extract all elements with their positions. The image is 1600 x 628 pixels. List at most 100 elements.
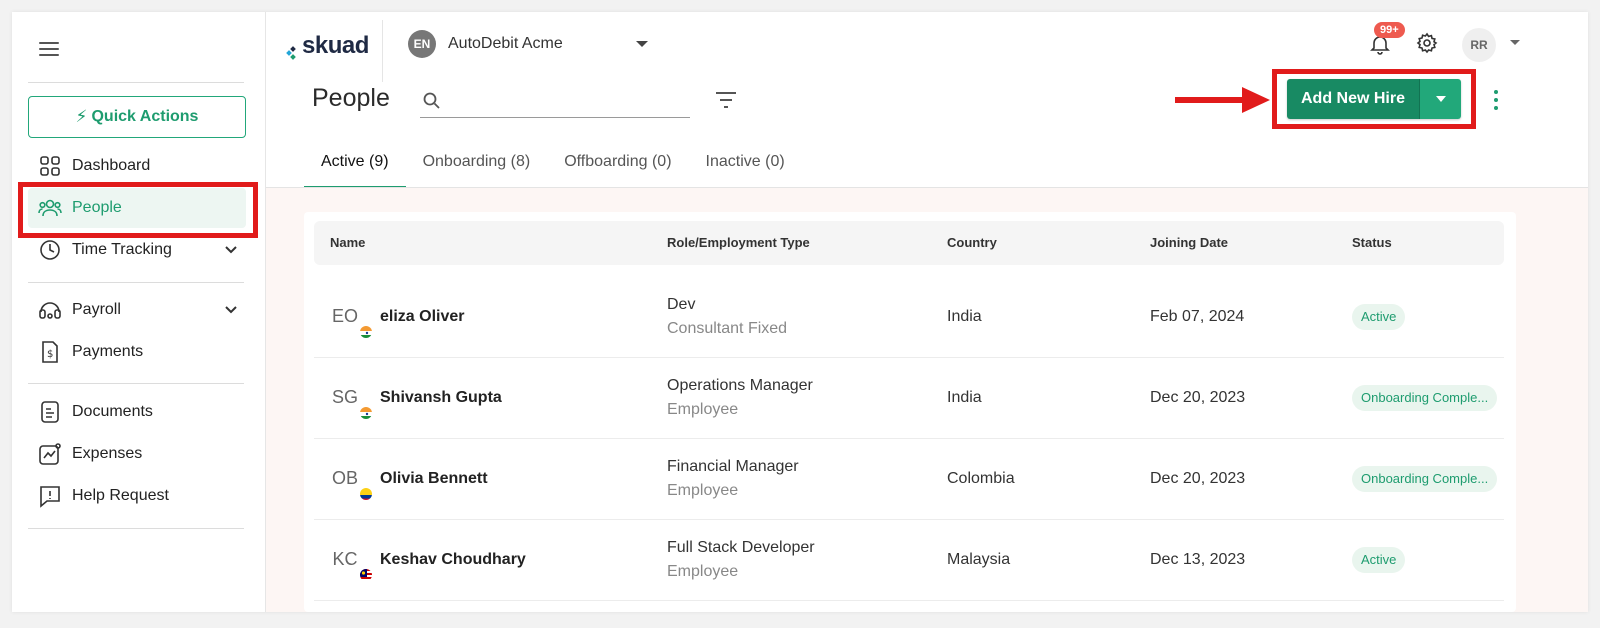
add-new-hire-button[interactable]: Add New Hire [1287,79,1461,119]
sidebar-divider [28,383,244,384]
table-header: Name Role/Employment Type Country Joinin… [314,221,1504,265]
employee-name[interactable]: eliza Oliver [380,308,465,326]
document-icon [38,400,62,424]
colombia-flag-icon [359,487,373,501]
search-field[interactable] [420,84,690,118]
table-row[interactable]: SG Shivansh Gupta Operations Manager Emp… [314,358,1504,439]
filter-icon[interactable] [714,90,738,110]
payment-icon: $ [38,340,62,364]
gear-icon[interactable] [1416,32,1438,54]
joining-date: Feb 07, 2024 [1150,308,1245,325]
quick-actions-button[interactable]: ⚡ Quick Actions [28,96,246,138]
employment-type: Consultant Fixed [667,320,788,337]
chevron-down-icon[interactable] [224,242,238,260]
employment-type: Employee [667,482,739,499]
status-badge: Onboarding Comple... [1352,466,1498,492]
caret-down-icon [636,41,648,47]
column-header-country[interactable]: Country [947,235,997,250]
tab-inactive[interactable]: Inactive (0) [689,140,802,188]
employee-country: India [947,308,982,325]
people-table: Name Role/Employment Type Country Joinin… [304,212,1516,612]
employee-initials: EO [331,306,358,326]
grid-icon [38,154,62,178]
sidebar-item-label: Time Tracking [72,241,172,258]
status-badge: Active [1352,547,1406,573]
table-row[interactable]: OB Olivia Bennett Financial Manager Empl… [314,439,1504,520]
joining-date: Dec 20, 2023 [1150,389,1246,406]
sidebar-item-label: Help Request [72,487,169,504]
chevron-down-icon[interactable] [224,302,238,320]
clock-icon [38,238,62,262]
sidebar-item-documents[interactable]: Documents [28,392,246,432]
status-badge: Active [1352,304,1406,330]
sidebar-divider [28,82,244,83]
employee-country: Colombia [947,470,1015,487]
sidebar-item-label: Payments [72,343,144,360]
employee-role: Operations Manager [667,377,813,394]
add-hire-dropdown-toggle[interactable] [1419,79,1461,119]
svg-text:$: $ [47,349,53,360]
employee-country: India [947,389,982,406]
user-avatar[interactable]: RR [1462,28,1496,62]
joining-date: Dec 13, 2023 [1150,551,1246,568]
sidebar-divider [28,282,244,283]
employee-role: Financial Manager [667,458,799,475]
sidebar-item-payroll[interactable]: Payroll [28,290,246,330]
employee-role: Full Stack Developer [667,539,815,556]
annotation-highlight-people [18,182,258,238]
payroll-icon [38,298,62,322]
search-input[interactable] [450,92,680,109]
status-badge: Onboarding Comple... [1352,385,1498,411]
caret-down-icon[interactable] [1510,40,1520,45]
employee-name[interactable]: Shivansh Gupta [380,389,502,407]
employee-initials: KC [332,549,358,569]
sidebar-item-expenses[interactable]: Expenses [28,434,246,474]
india-flag-icon [359,406,373,420]
sidebar-item-label: Dashboard [72,157,151,174]
employee-role: Dev [667,296,696,313]
quick-actions-label: Quick Actions [91,108,199,125]
sidebar-item-label: Documents [72,403,153,420]
expenses-icon [38,442,62,466]
malaysia-flag-icon [359,568,373,582]
org-name: AutoDebit Acme [448,35,563,52]
employee-initials: SG [331,387,358,407]
more-options-icon[interactable] [1492,90,1500,110]
column-header-name[interactable]: Name [330,235,365,250]
employment-type: Employee [667,563,739,580]
add-new-hire-label[interactable]: Add New Hire [1287,79,1419,119]
hamburger-menu-icon[interactable] [39,42,59,56]
table-row[interactable]: EO eliza Oliver Dev Consultant Fixed Ind… [314,277,1504,358]
employee-initials: OB [331,468,358,488]
sidebar: ⚡ Quick Actions Dashboard People Time Tr… [12,12,266,612]
sidebar-item-payments[interactable]: $ Payments [28,332,246,372]
sidebar-item-label: Payroll [72,301,121,318]
people-tabs: Active (9) Onboarding (8) Offboarding (0… [304,140,802,188]
sidebar-divider [28,528,244,529]
employee-name[interactable]: Keshav Choudhary [380,551,526,569]
header-divider [382,20,383,82]
india-flag-icon [359,325,373,339]
tab-active[interactable]: Active (9) [304,140,406,188]
org-avatar: EN [408,30,436,58]
skuad-logo[interactable]: skuad [286,32,369,60]
sidebar-item-dashboard[interactable]: Dashboard [28,146,246,186]
column-header-role[interactable]: Role/Employment Type [667,235,810,250]
help-icon [38,484,62,508]
joining-date: Dec 20, 2023 [1150,470,1246,487]
organization-switcher[interactable]: EN AutoDebit Acme [408,30,648,58]
employee-country: Malaysia [947,551,1011,568]
employment-type: Employee [667,401,739,418]
sidebar-item-label: Expenses [72,445,143,462]
table-row[interactable]: KC Keshav Choudhary Full Stack Developer… [314,520,1504,601]
column-header-status[interactable]: Status [1352,235,1392,250]
tab-offboarding[interactable]: Offboarding (0) [547,140,688,188]
page-title: People [312,84,390,112]
employee-name[interactable]: Olivia Bennett [380,470,488,488]
notification-badge: 99+ [1374,22,1405,38]
lightning-icon: ⚡ [75,107,88,126]
sidebar-item-help-request[interactable]: Help Request [28,476,246,516]
annotation-arrow-right-icon [1175,87,1270,113]
tab-onboarding[interactable]: Onboarding (8) [406,140,548,188]
column-header-joining-date[interactable]: Joining Date [1150,235,1228,250]
